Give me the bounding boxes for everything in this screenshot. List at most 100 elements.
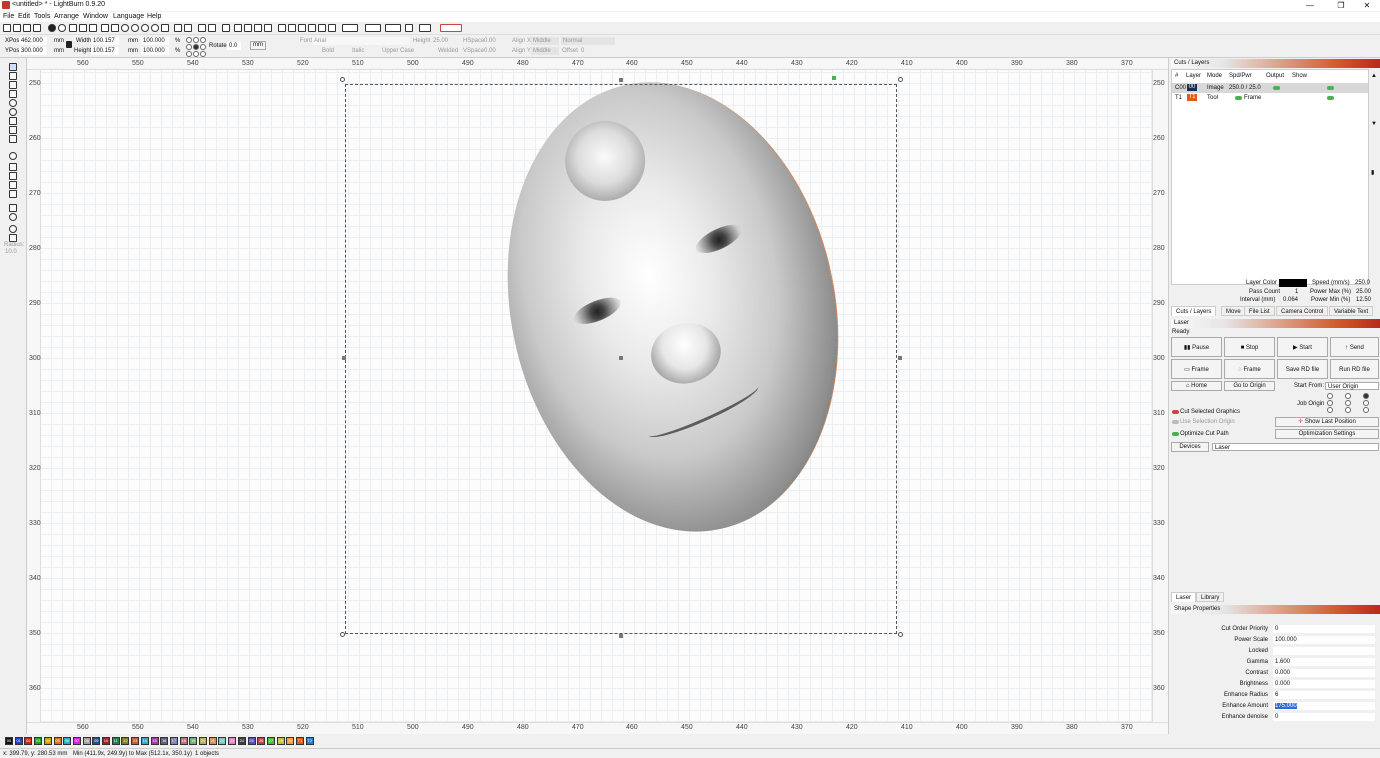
ypos-input[interactable]: 300.000 — [19, 47, 47, 55]
move-layer-up-icon[interactable]: ▲ — [1371, 73, 1377, 79]
open-file-icon[interactable] — [13, 24, 21, 32]
align-middle-icon[interactable] — [318, 24, 326, 32]
tab-camera-control[interactable]: Camera Control — [1276, 306, 1329, 316]
design-canvas[interactable]: 560 550 540 530 520 510 500 490 480 470 460 450 440 4… — [27, 58, 1168, 734]
font-select[interactable]: Arial — [312, 37, 410, 45]
origin-br[interactable] — [1363, 407, 1369, 413]
monitor-icon[interactable] — [174, 24, 182, 32]
boolean-union-icon[interactable] — [9, 163, 17, 171]
palette-swatch-29[interactable]: 29 — [286, 737, 295, 745]
tab-file-list[interactable]: File List — [1244, 306, 1275, 316]
close-button[interactable]: ✕ — [1355, 0, 1379, 11]
frame-circle-button[interactable]: ◌ Frame — [1224, 359, 1275, 379]
hand-pan-icon[interactable] — [101, 24, 109, 32]
laser-position-icon[interactable] — [440, 24, 462, 32]
palette-swatch-19[interactable]: 19 — [189, 737, 198, 745]
use-sel-origin-toggle[interactable] — [1172, 420, 1179, 424]
optimization-settings-button[interactable]: Optimization Settings — [1275, 429, 1379, 439]
menu-file[interactable]: File — [3, 13, 14, 20]
arrow-right-icon[interactable] — [244, 24, 252, 32]
palette-swatch-07[interactable]: 07 — [72, 737, 81, 745]
move-together-icon[interactable] — [405, 24, 413, 32]
device-settings-icon[interactable] — [58, 24, 66, 32]
shape-prop-value[interactable]: 0 — [1273, 625, 1375, 633]
palette-swatch-08[interactable]: 08 — [82, 737, 91, 745]
origin-mr[interactable] — [1363, 400, 1369, 406]
palette-swatch-25[interactable]: 25 — [247, 737, 256, 745]
layer-row-c00[interactable]: C00 00 Image 250.0 / 25.0 — [1172, 83, 1368, 93]
weld-icon[interactable] — [9, 190, 17, 198]
palette-swatch-T2[interactable]: T2 — [305, 737, 314, 745]
units-toggle-button[interactable]: mm — [250, 41, 266, 50]
show-last-position-button[interactable]: ✛ Show Last Position — [1275, 417, 1379, 427]
italic-checkbox[interactable]: Italic — [352, 48, 364, 54]
layer-row-t1[interactable]: T1 T1 Tool Frame — [1172, 93, 1368, 103]
circular-array-icon[interactable] — [9, 213, 17, 221]
minimize-button[interactable]: — — [1298, 0, 1322, 11]
height-percent-input[interactable]: 100.000 — [141, 47, 169, 55]
anchor-bl[interactable] — [186, 51, 192, 57]
rotate-handle-tr[interactable] — [898, 77, 903, 82]
tools-icon[interactable] — [184, 24, 192, 32]
home-button[interactable]: ⌂ Home — [1171, 381, 1222, 391]
shape-prop-value[interactable] — [1273, 647, 1375, 655]
device-select[interactable]: Laser — [1212, 443, 1379, 451]
new-file-icon[interactable] — [3, 24, 11, 32]
rotate-handle-bl[interactable] — [340, 632, 345, 637]
boolean-subtract-icon[interactable] — [9, 172, 17, 180]
cut-selected-toggle[interactable] — [1172, 410, 1179, 414]
rectangle-tool-icon[interactable] — [9, 90, 17, 98]
rotate-handle-tl[interactable] — [340, 77, 345, 82]
distribute-vertical-icon[interactable] — [385, 24, 401, 32]
align-left-icon[interactable] — [278, 24, 286, 32]
palette-swatch-16[interactable]: 16 — [160, 737, 169, 745]
origin-center[interactable] — [1345, 400, 1351, 406]
shape-prop-value[interactable]: 0.000 — [1273, 680, 1375, 688]
line-tool-icon[interactable] — [9, 81, 17, 89]
origin-bc[interactable] — [1345, 407, 1351, 413]
show-toggle[interactable] — [1327, 96, 1334, 100]
anchor-bc[interactable] — [193, 51, 199, 57]
make-same-width-icon[interactable] — [342, 24, 358, 32]
anchor-center[interactable] — [193, 44, 199, 50]
vspace-input[interactable]: 0.00 — [484, 48, 496, 54]
fillet-tool-icon[interactable] — [9, 234, 17, 242]
zoom-page-icon[interactable] — [161, 24, 169, 32]
palette-swatch-27[interactable]: 27 — [266, 737, 275, 745]
mirror-icon[interactable] — [234, 24, 242, 32]
palette-swatch-T1[interactable]: T1 — [296, 737, 304, 745]
palette-swatch-15[interactable]: 15 — [150, 737, 159, 745]
grid-array-icon[interactable] — [9, 204, 17, 212]
xpos-input[interactable]: 462.000 — [19, 37, 47, 45]
send-button[interactable]: ↑ Send — [1330, 337, 1379, 357]
text-height-input[interactable]: 25.00 — [433, 38, 448, 44]
alignx-select[interactable]: Middle — [531, 37, 559, 45]
tab-library[interactable]: Library — [1196, 592, 1225, 602]
palette-swatch-12[interactable]: 12 — [121, 737, 130, 745]
power-max-input[interactable]: 25.00 — [1356, 289, 1371, 295]
copy-icon[interactable] — [79, 24, 87, 32]
ellipse-tool-icon[interactable] — [9, 99, 17, 107]
bold-checkbox[interactable]: Bold — [322, 48, 334, 54]
start-button[interactable]: ▶ Start — [1277, 337, 1328, 357]
delete-layer-icon[interactable]: ▮ — [1371, 169, 1374, 176]
boolean-intersect-icon[interactable] — [9, 181, 17, 189]
rotate-input[interactable]: 0.0 — [227, 42, 241, 50]
save-rd-button[interactable]: Save RD file — [1277, 359, 1328, 379]
move-layer-down-icon[interactable]: ▼ — [1371, 121, 1377, 127]
ungroup-icon[interactable] — [208, 24, 216, 32]
speed-input[interactable]: 250.0 — [1355, 280, 1370, 286]
devices-button[interactable]: Devices — [1171, 442, 1209, 452]
palette-swatch-00[interactable]: 00 — [5, 737, 13, 745]
origin-tc[interactable] — [1345, 393, 1351, 399]
layer-color-swatch[interactable] — [1279, 279, 1307, 287]
position-laser-icon[interactable] — [9, 135, 17, 143]
import-icon[interactable] — [33, 24, 41, 32]
align-bottom-icon[interactable] — [328, 24, 336, 32]
zoom-in-icon[interactable] — [121, 24, 129, 32]
palette-swatch-28[interactable]: 28 — [276, 737, 285, 745]
shape-prop-value[interactable]: 0.000 — [1273, 669, 1375, 677]
stop-button[interactable]: ■ Stop — [1224, 337, 1275, 357]
palette-swatch-13[interactable]: 13 — [131, 737, 140, 745]
polygon-tool-icon[interactable] — [9, 108, 17, 116]
